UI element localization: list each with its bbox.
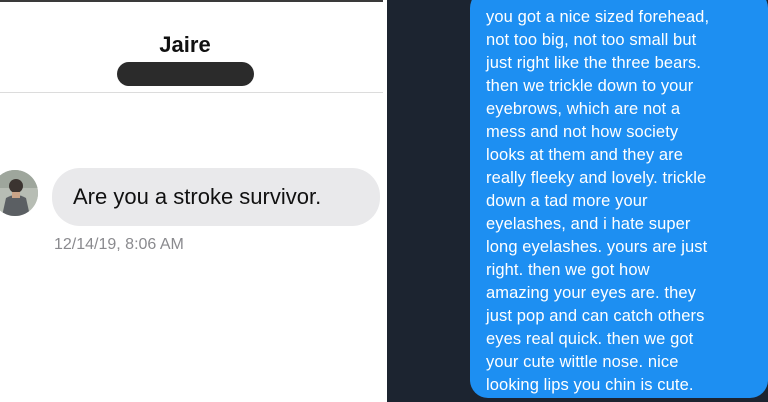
screenshot-collage: Jaire Are you a stroke survivor. 12/14/1… xyxy=(0,0,768,402)
message-timestamp: 12/14/19, 8:06 AM xyxy=(54,236,184,253)
redacted-contact-detail xyxy=(117,62,254,86)
outgoing-message-text: you got a nice sized forehead, not too b… xyxy=(486,8,710,394)
top-edge-strip xyxy=(0,0,383,2)
contact-name[interactable]: Jaire xyxy=(0,32,370,58)
incoming-message-bubble[interactable]: Are you a stroke survivor. xyxy=(52,168,380,226)
contact-avatar[interactable] xyxy=(0,170,38,216)
avatar-photo-icon xyxy=(0,170,38,216)
outgoing-message-bubble[interactable]: you got a nice sized forehead, not too b… xyxy=(470,0,768,398)
left-chat-panel: Jaire Are you a stroke survivor. 12/14/1… xyxy=(0,0,383,402)
header-divider xyxy=(0,92,383,93)
incoming-message-text: Are you a stroke survivor. xyxy=(73,184,322,209)
